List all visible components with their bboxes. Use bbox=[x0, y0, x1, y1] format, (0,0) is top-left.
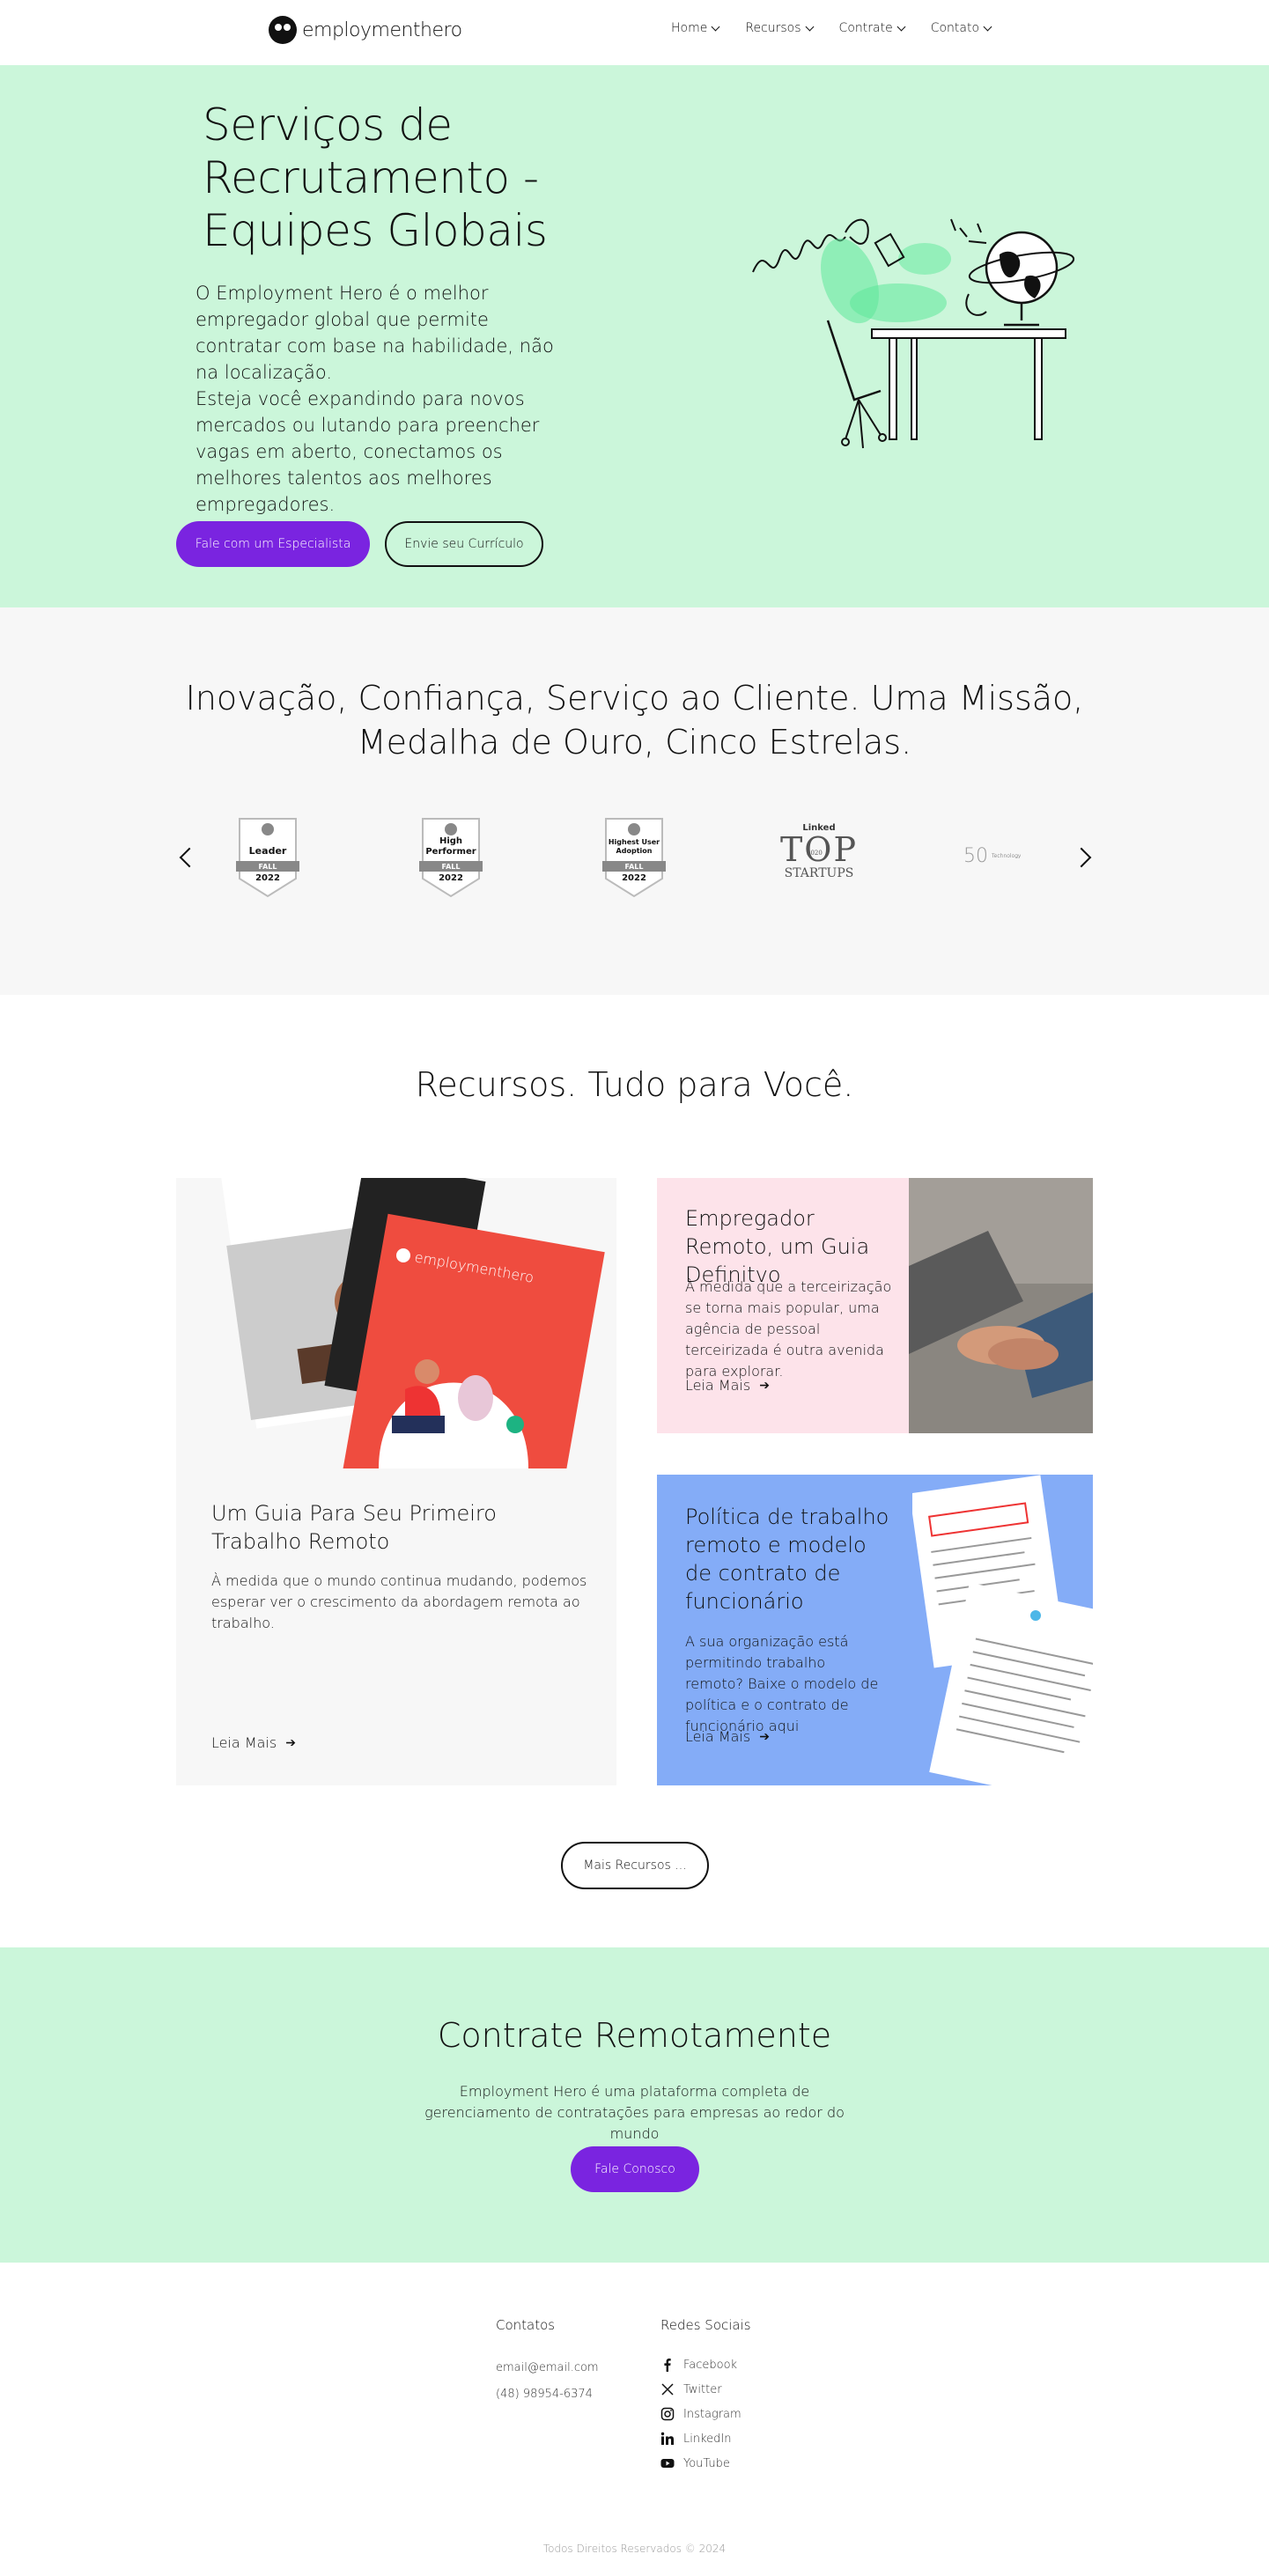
copyright-text: Todos Direitos Reservados © 2024 bbox=[542, 2543, 727, 2555]
nav-home-label: Home bbox=[671, 21, 708, 35]
footer-email[interactable]: email@email.com bbox=[496, 2361, 599, 2374]
resources-section: Recursos. Tudo para Você. employmenthero… bbox=[0, 995, 1269, 1947]
linkedin-top-startups-badge: Linked TOP 2020 STARTUPS bbox=[775, 823, 863, 894]
card-pink-read-more-link[interactable]: Leia Mais ➔ bbox=[685, 1377, 770, 1394]
carousel-next-arrow-icon[interactable] bbox=[1071, 847, 1092, 868]
hire-text: Employment Hero é uma plataforma complet… bbox=[424, 2083, 845, 2142]
resources-title: Recursos. Tudo para Você. bbox=[415, 1065, 854, 1104]
footer-phone[interactable]: (48) 98954-6374 bbox=[496, 2388, 593, 2401]
send-resume-button[interactable]: Envie seu Currículo bbox=[385, 521, 543, 567]
hire-title: Contrate Remotamente bbox=[437, 2016, 832, 2055]
main-nav: Home Recursos Contrate Contato bbox=[671, 21, 992, 35]
site-footer: Contatos email@email.com (48) 98954-6374… bbox=[0, 2263, 1269, 2576]
card-blue-read-more-link[interactable]: Leia Mais ➔ bbox=[685, 1728, 770, 1745]
hero-paragraph-1: O Employment Hero é o melhor empregador … bbox=[196, 283, 554, 383]
hero-illustration bbox=[752, 218, 1075, 449]
read-more-label: Leia Mais bbox=[685, 1728, 751, 1745]
contact-us-button[interactable]: Fale Conosco bbox=[571, 2146, 699, 2192]
nav-recursos[interactable]: Recursos bbox=[745, 21, 814, 35]
logo-mark-icon bbox=[269, 16, 297, 44]
nav-contrate[interactable]: Contrate bbox=[838, 21, 906, 35]
social-label: LinkedIn bbox=[683, 2432, 732, 2446]
g2-badge-highest-user-adoption: Highest User Adoption FALL 2022 bbox=[599, 817, 669, 898]
fifty-number: 50 bbox=[963, 845, 988, 867]
resource-card-remote-guide[interactable]: employmenthero Um Guia Para Seu Primeiro… bbox=[176, 1178, 616, 1785]
carousel-prev-arrow-icon[interactable] bbox=[179, 847, 200, 868]
card-big-title: Um Guia Para Seu Primeiro Trabalho Remot… bbox=[211, 1501, 497, 1554]
arrow-right-icon: ➔ bbox=[759, 1729, 770, 1744]
read-more-label: Leia Mais bbox=[685, 1377, 751, 1394]
chevron-down-icon bbox=[896, 22, 906, 31]
x-twitter-icon bbox=[661, 2383, 674, 2396]
badge-season: FALL bbox=[624, 863, 644, 871]
social-link-instagram[interactable]: Instagram bbox=[660, 2407, 741, 2421]
linkedin-icon bbox=[660, 2432, 674, 2445]
social-label: Twitter bbox=[683, 2382, 722, 2396]
nav-contato-label: Contato bbox=[930, 21, 980, 35]
talk-to-specialist-button[interactable]: Fale com um Especialista bbox=[176, 521, 370, 567]
social-label: Facebook bbox=[683, 2358, 738, 2372]
read-more-label: Leia Mais bbox=[211, 1734, 277, 1751]
awards-section: Inovação, Confiança, Serviço ao Cliente.… bbox=[0, 607, 1269, 995]
awards-title: Inovação, Confiança, Serviço ao Cliente.… bbox=[185, 679, 1084, 762]
card-big-read-more-link[interactable]: Leia Mais ➔ bbox=[211, 1734, 296, 1751]
g2-badge-icon bbox=[419, 818, 483, 898]
hero-title: Serviços de Recrutamento - Equipes Globa… bbox=[203, 99, 548, 256]
resource-card-remote-employer[interactable]: Empregador Remoto, um Guia Definitvo À m… bbox=[657, 1178, 1093, 1433]
card-blue-title: Política de trabalho remoto e modelo de … bbox=[685, 1505, 889, 1614]
remote-guide-book-image: employmenthero bbox=[220, 1178, 605, 1468]
social-label: Instagram bbox=[683, 2407, 741, 2421]
top-subtitle: STARTUPS bbox=[784, 866, 854, 880]
instagram-icon bbox=[660, 2407, 675, 2421]
nav-contrate-label: Contrate bbox=[838, 21, 893, 35]
resource-card-remote-policy[interactable]: Política de trabalho remoto e modelo de … bbox=[657, 1475, 1093, 1785]
hire-remotely-section: Contrate Remotamente Employment Hero é u… bbox=[0, 1947, 1269, 2263]
badge-year: 2022 bbox=[439, 873, 463, 883]
logo-text: employmenthero bbox=[302, 18, 462, 41]
hero-section: Serviços de Recrutamento - Equipes Globa… bbox=[0, 65, 1269, 607]
chevron-down-icon bbox=[983, 22, 992, 31]
social-link-youtube[interactable]: YouTube bbox=[660, 2456, 730, 2470]
hero-paragraph-2: Esteja você expandindo para novos mercad… bbox=[196, 388, 540, 515]
top-50-badge: 50 Technology bbox=[963, 845, 1034, 867]
chevron-down-icon bbox=[711, 22, 720, 31]
nav-recursos-label: Recursos bbox=[745, 21, 801, 35]
site-header: employmenthero Home Recursos Contrate Co… bbox=[0, 0, 1269, 65]
youtube-icon bbox=[660, 2459, 675, 2468]
badge-year: 2022 bbox=[622, 873, 646, 883]
g2-badge-high-performer: High Performer FALL 2022 bbox=[416, 817, 486, 898]
card-blue-text: A sua organização está permitindo trabal… bbox=[685, 1633, 879, 1734]
handshake-image bbox=[909, 1178, 1093, 1433]
nav-contato[interactable]: Contato bbox=[930, 21, 992, 35]
social-link-twitter[interactable]: Twitter bbox=[660, 2382, 722, 2396]
chevron-down-icon bbox=[805, 22, 814, 31]
g2-badge-icon bbox=[602, 818, 666, 898]
badge-name: Highest User Adoption bbox=[608, 838, 660, 855]
arrow-right-icon: ➔ bbox=[759, 1378, 770, 1393]
social-link-linkedin[interactable]: LinkedIn bbox=[660, 2432, 731, 2446]
badge-name: Leader bbox=[248, 845, 287, 857]
g2-badge-leader: Leader FALL 2022 bbox=[232, 817, 303, 898]
social-link-facebook[interactable]: Facebook bbox=[660, 2358, 737, 2372]
more-resources-button[interactable]: Mais Recursos ... bbox=[561, 1842, 709, 1889]
card-big-text: À medida que o mundo continua mudando, p… bbox=[211, 1572, 587, 1631]
g2-badge-icon bbox=[236, 818, 299, 898]
footer-social-heading: Redes Sociais bbox=[660, 2317, 751, 2333]
arrow-right-icon: ➔ bbox=[285, 1735, 296, 1750]
badge-season: FALL bbox=[441, 863, 461, 871]
top-year: 2020 bbox=[807, 850, 823, 857]
badge-season: FALL bbox=[258, 863, 277, 871]
fifty-text: Technology bbox=[992, 853, 1022, 859]
logo[interactable]: employmenthero bbox=[269, 16, 462, 44]
policy-documents-image bbox=[912, 1475, 1093, 1785]
badge-year: 2022 bbox=[255, 873, 280, 883]
nav-home[interactable]: Home bbox=[671, 21, 720, 35]
card-pink-text: À medida que a terceirização se torna ma… bbox=[685, 1278, 892, 1380]
badge-name: High Performer bbox=[425, 836, 476, 857]
facebook-icon bbox=[664, 2359, 671, 2372]
footer-contacts-heading: Contatos bbox=[496, 2317, 556, 2333]
social-label: YouTube bbox=[683, 2456, 730, 2470]
